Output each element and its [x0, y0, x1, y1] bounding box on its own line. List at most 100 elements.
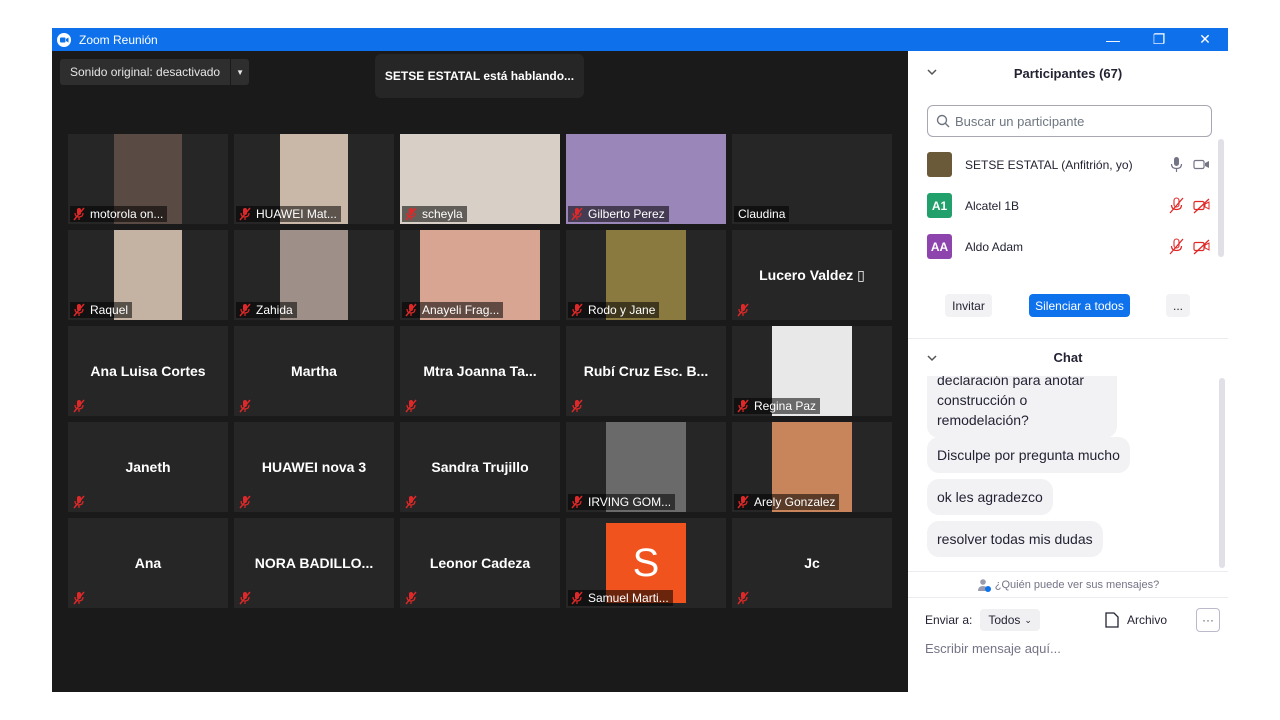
participant-name: Samuel Marti... — [588, 591, 669, 605]
send-to-dropdown[interactable]: Todos ⌄ — [980, 609, 1040, 631]
original-sound-button[interactable]: Sonido original: desactivado ▼ — [60, 59, 250, 85]
muted-mic-icon — [238, 591, 252, 605]
video-tile[interactable]: scheyla — [400, 134, 560, 224]
muted-mic-icon — [570, 399, 584, 413]
video-tile[interactable]: IRVING GOM... — [566, 422, 726, 512]
name-tag: Gilberto Perez — [568, 206, 669, 222]
participant-name: Regina Paz — [754, 399, 817, 413]
participant-name: Ana — [134, 555, 162, 571]
video-tile[interactable]: Gilberto Perez — [566, 134, 726, 224]
video-tile[interactable]: Regina Paz — [732, 326, 892, 416]
muted-mic-icon[interactable] — [1168, 238, 1185, 258]
participant-search-input[interactable]: Buscar un participante — [927, 105, 1212, 137]
participant-name: Ana Luisa Cortes — [90, 363, 206, 379]
window-title: Zoom Reunión — [79, 32, 158, 47]
participant-scrollbar[interactable] — [1218, 139, 1224, 257]
muted-mic-icon — [72, 399, 86, 413]
participant-name: Sandra Trujillo — [431, 459, 529, 475]
video-off-icon[interactable] — [1193, 238, 1210, 258]
send-to-row: Enviar a: Todos ⌄ Archivo ··· — [925, 608, 1220, 632]
video-tile[interactable]: NORA BADILLO... — [234, 518, 394, 608]
video-tile[interactable]: S Samuel Marti... — [566, 518, 726, 608]
muted-mic-icon — [238, 399, 252, 413]
participant-name: Rodo y Jane — [588, 303, 656, 317]
participant-row[interactable]: AA Aldo Adam — [908, 226, 1218, 267]
video-tile[interactable]: Raquel — [68, 230, 228, 320]
chat-message-input[interactable]: Escribir mensaje aquí... — [925, 641, 1061, 656]
participants-more-button[interactable]: ... — [1166, 294, 1190, 317]
name-tag: Arely Gonzalez — [734, 494, 840, 510]
video-tile[interactable]: HUAWEI Mat... — [234, 134, 394, 224]
participant-name: Anayeli Frag... — [422, 303, 500, 317]
chevron-down-icon[interactable] — [926, 352, 938, 364]
participant-list-name: Aldo Adam — [965, 239, 1024, 254]
participant-list: SETSE ESTATAL (Anfitrión, yo) A1 Alcatel 1… — [908, 144, 1218, 267]
participant-row[interactable]: SETSE ESTATAL (Anfitrión, yo) — [908, 144, 1218, 185]
muted-mic-icon — [570, 495, 584, 509]
file-button[interactable]: Archivo — [1105, 612, 1167, 628]
chevron-down-icon[interactable]: ▼ — [231, 59, 249, 85]
video-off-icon[interactable] — [1193, 197, 1210, 217]
video-tile[interactable]: Claudina — [732, 134, 892, 224]
person-icon — [977, 578, 991, 592]
video-tile[interactable]: Zahida — [234, 230, 394, 320]
restore-button[interactable]: ❐ — [1136, 28, 1182, 51]
muted-mic-icon — [736, 591, 750, 605]
minimize-button[interactable]: — — [1090, 28, 1136, 51]
video-tile[interactable]: Ana — [68, 518, 228, 608]
participant-name: Jc — [804, 555, 820, 571]
close-button[interactable]: ✕ — [1182, 28, 1228, 51]
invite-button[interactable]: Invitar — [945, 294, 992, 317]
who-can-see-messages[interactable]: ¿Quién puede ver sus mensajes? — [908, 571, 1228, 598]
muted-mic-icon — [72, 591, 86, 605]
chat-message: declaración para anotar construcción o r… — [927, 376, 1117, 438]
participant-name: Janeth — [125, 459, 171, 475]
video-camera-icon[interactable] — [1193, 156, 1210, 176]
video-tile[interactable]: Leonor Cadeza — [400, 518, 560, 608]
video-tile[interactable]: Martha — [234, 326, 394, 416]
muted-mic-icon — [238, 303, 252, 317]
title-bar: Zoom Reunión — ❐ ✕ — [52, 28, 1228, 51]
muted-mic-icon — [736, 303, 750, 317]
video-tile[interactable]: Lucero Valdez ▯ — [732, 230, 892, 320]
name-tag: IRVING GOM... — [568, 494, 676, 510]
video-tile[interactable]: Rodo y Jane — [566, 230, 726, 320]
participant-name: motorola on... — [90, 207, 164, 221]
muted-mic-icon — [404, 591, 418, 605]
muted-mic-icon — [736, 495, 750, 509]
chat-scrollbar[interactable] — [1219, 378, 1225, 568]
avatar: A1 — [927, 193, 952, 218]
participant-name: Gilberto Perez — [588, 207, 665, 221]
chat-more-button[interactable]: ··· — [1196, 608, 1220, 632]
video-tile[interactable]: Jc — [732, 518, 892, 608]
participant-actions: Invitar Silenciar a todos ... — [908, 294, 1228, 320]
name-tag: Anayeli Frag... — [402, 302, 504, 318]
video-tile[interactable]: Janeth — [68, 422, 228, 512]
participant-name: IRVING GOM... — [588, 495, 672, 509]
video-tile[interactable]: Anayeli Frag... — [400, 230, 560, 320]
muted-mic-icon[interactable] — [1168, 197, 1185, 217]
video-tile[interactable]: motorola on... — [68, 134, 228, 224]
chevron-down-icon[interactable] — [926, 66, 938, 78]
participant-name: Raquel — [90, 303, 129, 317]
zoom-window: Zoom Reunión — ❐ ✕ Sonido original: desa… — [52, 28, 1228, 692]
video-tile[interactable]: Sandra Trujillo — [400, 422, 560, 512]
avatar — [927, 152, 952, 177]
video-tile[interactable]: Ana Luisa Cortes — [68, 326, 228, 416]
name-tag: scheyla — [402, 206, 467, 222]
video-tile[interactable]: Mtra Joanna Ta... — [400, 326, 560, 416]
muted-mic-icon — [736, 399, 750, 413]
microphone-icon[interactable] — [1168, 156, 1185, 176]
chat-header: Chat — [908, 338, 1228, 376]
mute-all-button[interactable]: Silenciar a todos — [1029, 294, 1130, 317]
video-tile[interactable]: HUAWEI nova 3 — [234, 422, 394, 512]
video-tile[interactable]: Rubí Cruz Esc. B... — [566, 326, 726, 416]
participant-name: Martha — [291, 363, 337, 379]
video-tile[interactable]: Arely Gonzalez — [732, 422, 892, 512]
zoom-logo-icon — [57, 32, 71, 47]
participant-name: Rubí Cruz Esc. B... — [583, 363, 709, 379]
muted-mic-icon — [570, 591, 584, 605]
muted-mic-icon — [404, 207, 418, 221]
muted-mic-icon — [404, 399, 418, 413]
participant-row[interactable]: A1 Alcatel 1B — [908, 185, 1218, 226]
